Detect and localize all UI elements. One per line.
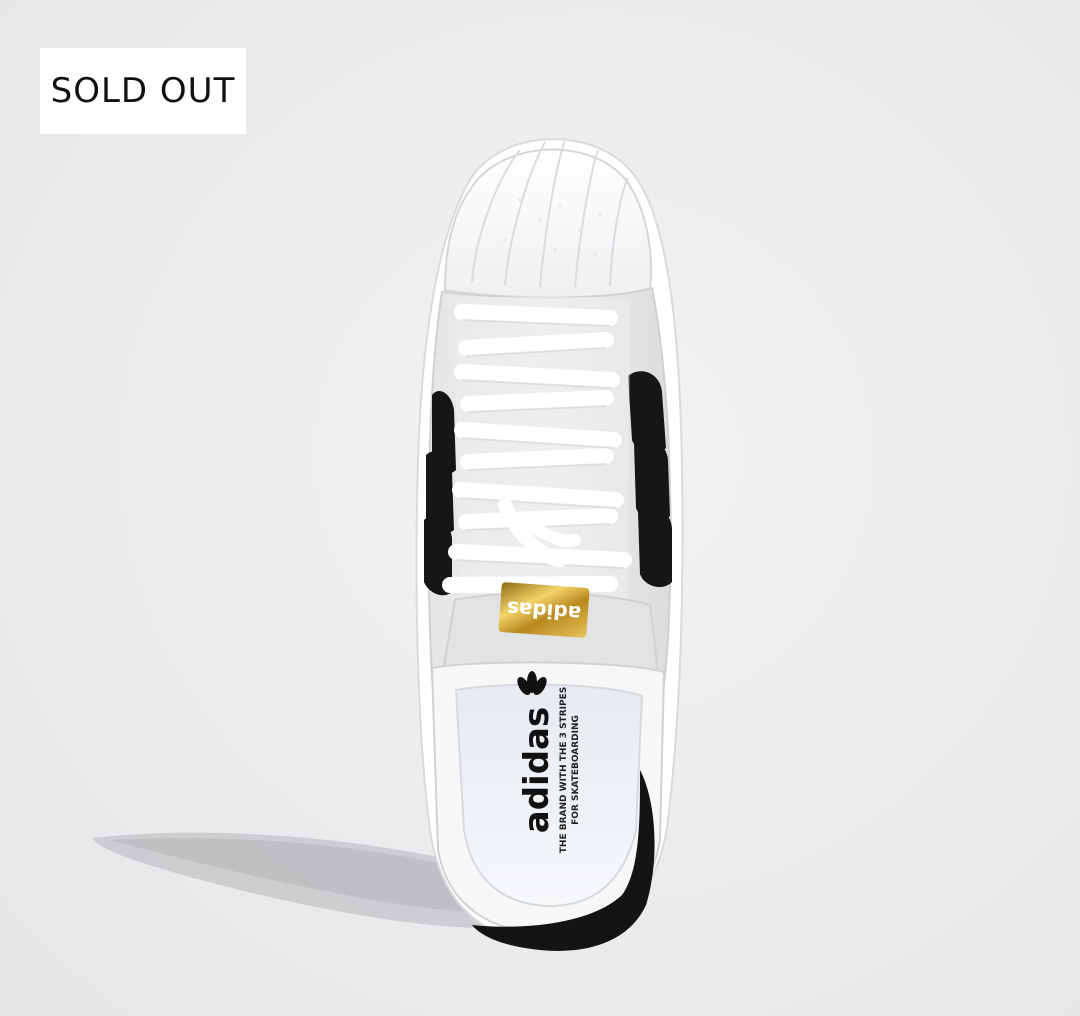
insole-tagline-line2: FOR SKATEBOARDING xyxy=(571,715,581,825)
sold-out-badge: SOLD OUT xyxy=(40,48,246,134)
sneaker-image: adidas adidas THE BRAND WITH THE 3 STRIP… xyxy=(92,138,684,951)
insole-brand-text: adidas xyxy=(517,707,557,833)
sold-out-badge-label: SOLD OUT xyxy=(50,71,236,111)
insole-tagline-line1: THE BRAND WITH THE 3 STRIPES xyxy=(559,687,569,853)
product-image-stage: adidas adidas THE BRAND WITH THE 3 STRIP… xyxy=(0,0,1080,1016)
